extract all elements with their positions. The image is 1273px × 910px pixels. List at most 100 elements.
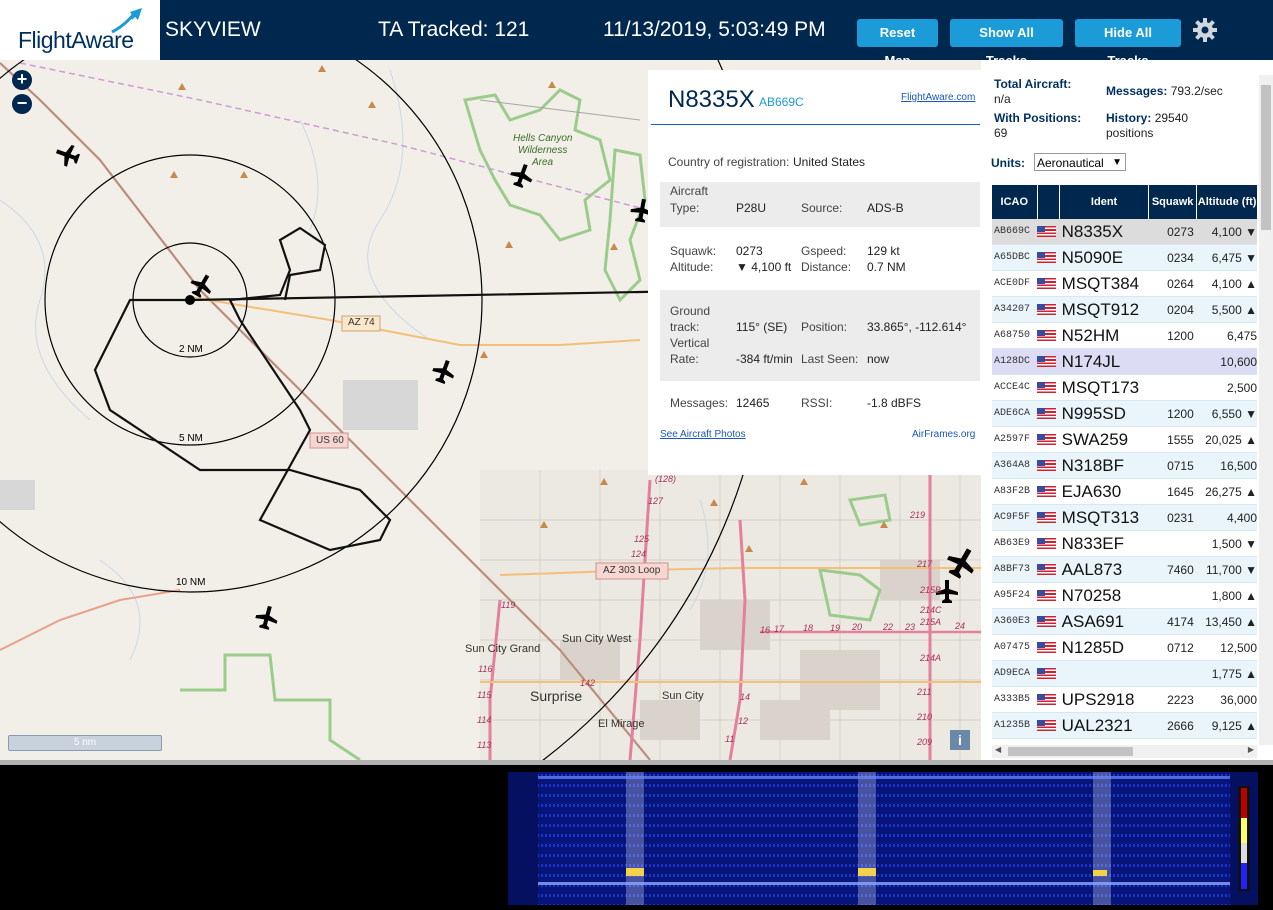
row-icao: ACE0DF [992,270,1038,297]
table-row[interactable]: AD9ECA 1,775 ▲ [992,660,1257,687]
table-row[interactable]: A07475 N1285D 0712 12,500 [992,634,1257,661]
position-value: 33.865°, -112.614° [867,320,967,334]
row-icao: ACCE4C [992,374,1038,401]
table-row[interactable]: A128DC N174JL 10,600 [992,348,1257,375]
units-select[interactable]: Aeronautical ▼ [1034,153,1126,171]
col-flag[interactable] [1037,185,1061,219]
table-row[interactable]: A364A8 N318BF 0715 16,500 [992,452,1257,479]
row-altitude: 6,550 ▼ [1196,400,1257,427]
table-row[interactable]: ADE6CA N995SD 1200 6,550 ▼ [992,400,1257,427]
country-value: United States [793,155,866,169]
table-row[interactable]: ACCE4C MSQT173 2,500 [992,374,1257,401]
row-squawk [1148,348,1197,375]
airframes-link[interactable]: AirFrames.org [912,429,975,440]
ground-track-label-2: track: [670,320,700,334]
table-row[interactable]: A68750 N52HM 1200 6,475 [992,322,1257,349]
us-flag-icon [1037,719,1057,731]
flag-cell [1037,478,1060,505]
col-altitude[interactable]: Altitude (ft) [1196,185,1257,219]
table-row[interactable]: ACE0DF MSQT384 0264 4,100 ▲ [992,270,1257,297]
gspeed-label: Gspeed: [801,244,847,258]
table-row[interactable]: A333B5 UPS2918 2223 36,000 [992,686,1257,713]
vertical-rate-value: -384 ft/min [736,352,793,366]
row-ident: N318BF [1059,452,1149,479]
history-unit: positions [1106,126,1154,140]
scale-bar: 5 nm [8,735,162,751]
squawk-value: 0273 [736,244,763,258]
exit-20: 20 [852,622,863,632]
flag-cell [1037,608,1060,635]
row-altitude: 1,800 ▲ [1196,582,1257,609]
row-squawk: 0712 [1148,634,1197,661]
row-icao: AB669C [992,219,1038,245]
last-seen-label: Last Seen: [801,352,859,366]
row-squawk: 2666 [1148,712,1197,739]
row-squawk: 0234 [1148,244,1197,271]
row-icao: AD9ECA [992,660,1038,687]
row-icao: A360E3 [992,608,1038,635]
table-row[interactable]: A2597F SWA259 1555 20,025 ▲ [992,426,1257,453]
table-row[interactable]: A95F24 N70258 1,800 ▲ [992,582,1257,609]
gear-icon[interactable] [1192,17,1218,43]
row-ident: N995SD [1059,400,1149,427]
table-row[interactable]: A34207 MSQT912 0204 5,500 ▲ [992,296,1257,323]
col-icao[interactable]: ICAO [992,185,1038,219]
range-label-2nm: 2 NM [179,344,203,355]
table-row[interactable]: A65DBC N5090E 0234 6,475 ▼ [992,244,1257,271]
place-sun-city: Sun City [662,690,704,702]
rssi-value: -1.8 dBFS [867,396,922,410]
table-row[interactable]: A360E3 ASA691 4174 13,450 ▲ [992,608,1257,635]
flightaware-link[interactable]: FlightAware.com [901,92,975,103]
table-header-row: ICAO Ident Squawk Altitude (ft) [992,185,1257,219]
us-flag-icon [1037,407,1057,419]
top-bar: FlightAware SKYVIEW TA Tracked: 121 11/1… [0,0,1273,68]
aircraft-photos-link[interactable]: See Aircraft Photos [660,429,746,440]
reset-map-button[interactable]: Reset Map [857,19,938,68]
us-flag-icon [1037,589,1057,601]
history-label: History: [1106,111,1152,125]
flightaware-logo[interactable]: FlightAware [0,0,160,60]
table-row[interactable]: AB669C N8335X 0273 4,100 ▼ [992,219,1257,245]
exit-209: 209 [917,737,933,747]
table-row[interactable]: A8BF73 AAL873 7460 11,700 ▼ [992,556,1257,583]
row-ident: MSQT384 [1059,270,1149,297]
col-squawk[interactable]: Squawk [1148,185,1198,219]
row-icao: A83F2B [992,478,1038,505]
row-altitude: 1,500 ▼ [1196,530,1257,557]
exit-16: 16 [760,625,771,635]
show-all-tracks-button[interactable]: Show All Tracks [950,19,1063,68]
zoom-in-button[interactable]: + [12,70,32,90]
scroll-right-icon[interactable]: ▶ [1248,745,1254,754]
row-squawk [1148,530,1197,557]
row-ident: N174JL [1059,348,1149,375]
messages-value: 12465 [736,396,770,410]
row-altitude: 6,475 [1196,322,1257,349]
row-altitude: 4,400 [1196,504,1257,531]
vertical-rate-label-1: Vertical [670,336,710,350]
exit-210: 210 [917,712,933,722]
row-ident: AAL873 [1059,556,1149,583]
horizontal-scroll-thumb[interactable] [1008,747,1133,756]
sidebar-vertical-scrollbar[interactable] [1259,75,1273,745]
zoom-out-button[interactable]: − [12,94,32,114]
table-row[interactable]: AB63E9 N833EF 1,500 ▼ [992,530,1257,557]
table-row[interactable]: AC9F5F MSQT313 0231 4,400 [992,504,1257,531]
exit-11: 11 [725,734,735,744]
row-altitude: 10,600 [1196,348,1257,375]
altitude-label: Altitude: [670,260,714,274]
exit-17: 17 [774,624,785,634]
table-row[interactable]: A1235B UAL2321 2666 9,125 ▲ [992,712,1257,739]
exit-22: 22 [883,622,894,632]
row-squawk: 1200 [1148,322,1197,349]
row-squawk: 0204 [1148,296,1197,323]
aircraft-type-label-1: Aircraft [670,184,709,198]
place-wilderness: Wilderness [518,145,568,156]
vertical-scroll-thumb[interactable] [1261,85,1271,230]
table-horizontal-scrollbar[interactable]: ◀ ▶ [992,745,1257,758]
units-selected: Aeronautical [1037,156,1104,170]
map-info-button[interactable]: i [950,730,970,750]
scroll-left-icon[interactable]: ◀ [995,745,1001,754]
col-ident[interactable]: Ident [1059,185,1149,219]
table-row[interactable]: A83F2B EJA630 1645 26,275 ▲ [992,478,1257,505]
hide-all-tracks-button[interactable]: Hide All Tracks [1075,19,1181,68]
